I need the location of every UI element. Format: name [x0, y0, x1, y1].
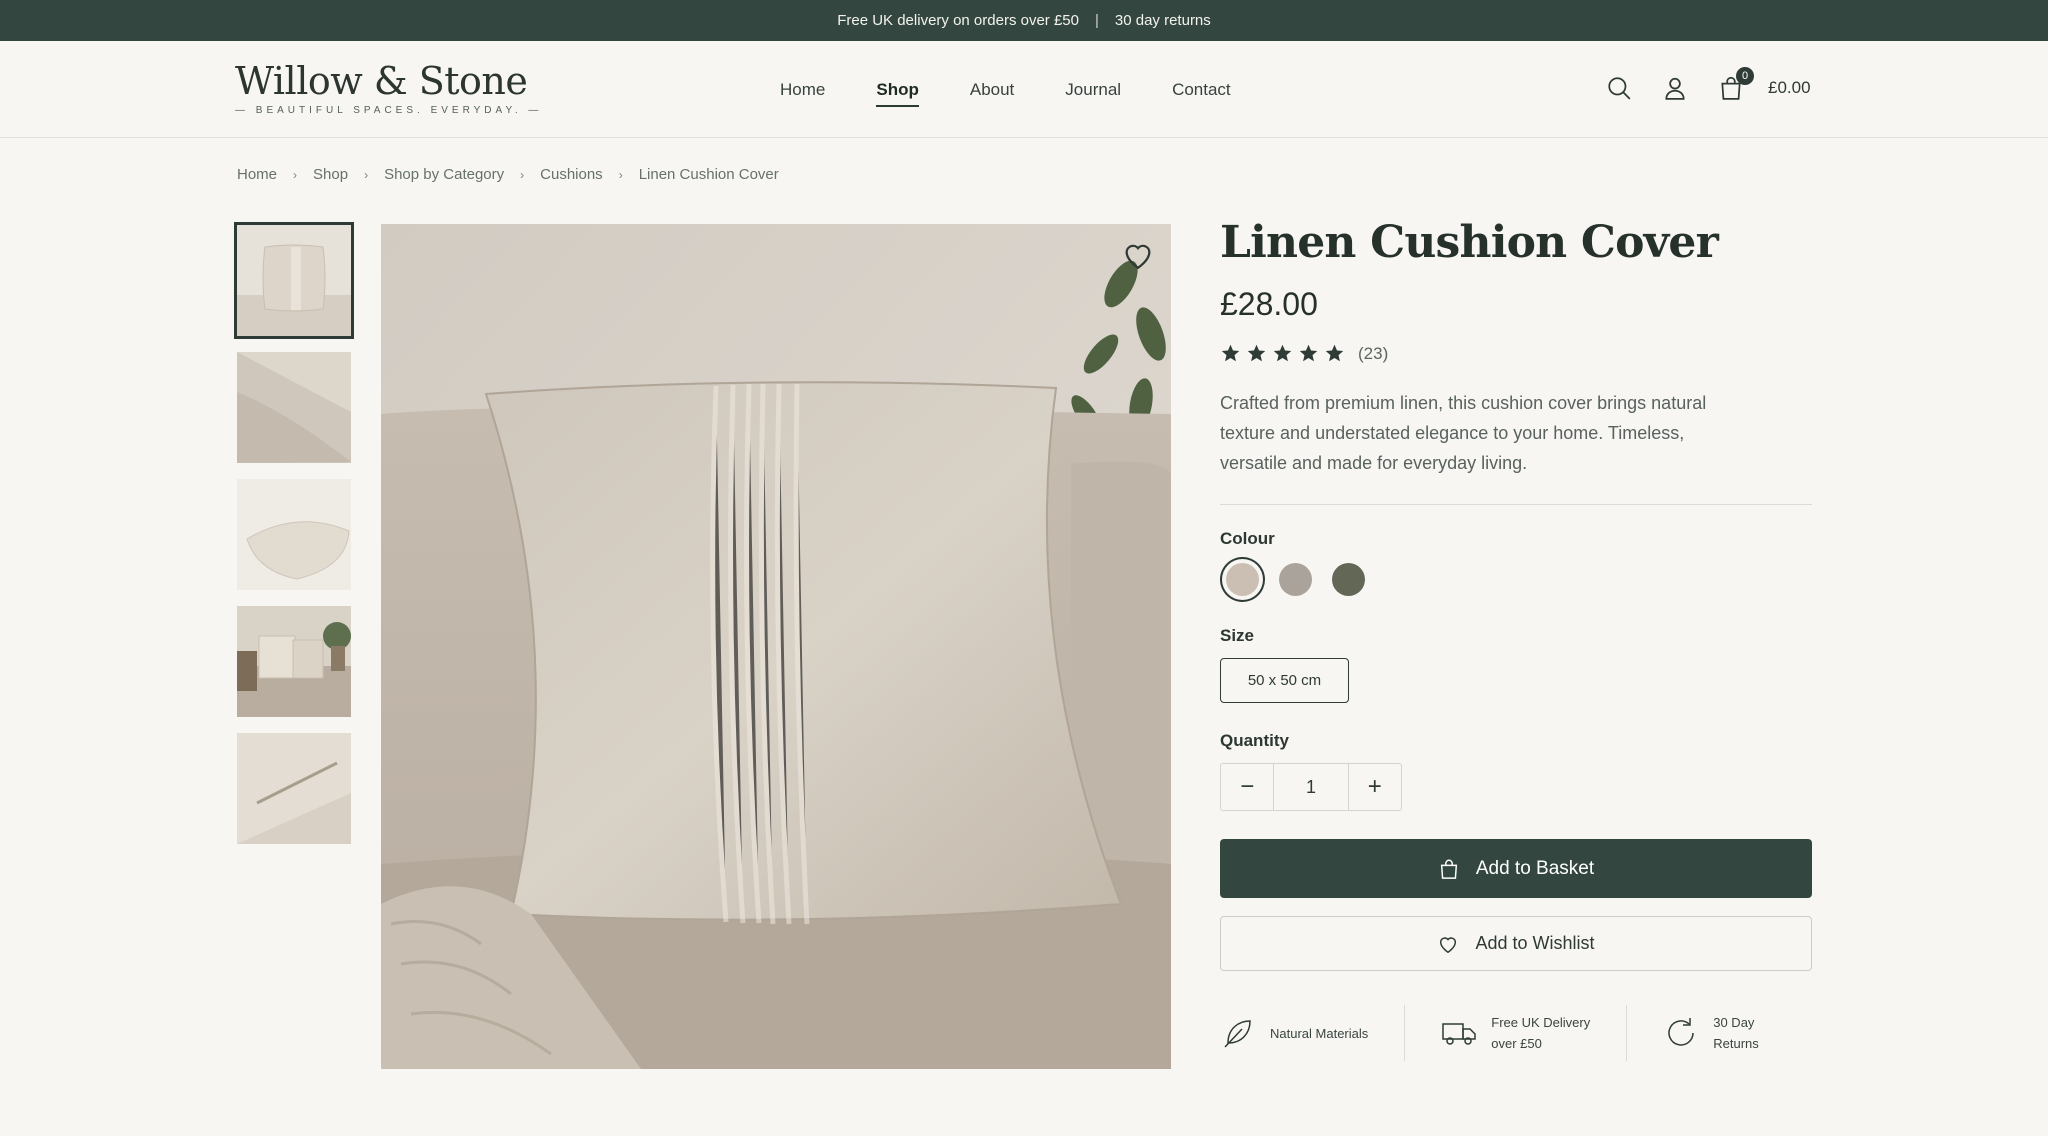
quantity-increase-button[interactable]: + — [1349, 764, 1401, 810]
size-label: Size — [1220, 626, 1255, 645]
product-price: £28.00 — [1220, 286, 1318, 322]
bag-icon — [1440, 859, 1457, 879]
quantity-decrease-button[interactable]: − — [1221, 764, 1273, 810]
leaf-icon — [1224, 1020, 1251, 1048]
account-icon[interactable] — [1660, 73, 1690, 103]
brand-logo[interactable]: Willow & Stone — BEAUTIFUL SPACES. EVERY… — [235, 59, 542, 116]
feature-returns: 30 Day Returns — [1663, 1012, 1759, 1054]
colour-swatch-olive[interactable] — [1332, 563, 1365, 596]
feature-list: Natural Materials Free UK Delivery over … — [1220, 1005, 1812, 1061]
bag-icon[interactable]: 0 — [1716, 67, 1754, 103]
nav-contact[interactable]: Contact — [1172, 80, 1231, 100]
site-header: Willow & Stone — BEAUTIFUL SPACES. EVERY… — [0, 41, 2048, 138]
breadcrumb-home[interactable]: Home — [237, 166, 277, 183]
thumbnail-cushion-angled[interactable] — [237, 479, 351, 590]
divider — [1404, 1005, 1406, 1061]
colour-swatch-natural[interactable] — [1226, 563, 1259, 596]
chevron-right-icon: › — [520, 167, 525, 182]
add-to-basket-button[interactable]: Add to Basket — [1220, 839, 1812, 898]
feature-line: 30 Day — [1713, 1015, 1755, 1030]
announcement-returns: 30 day returns — [1114, 12, 1211, 29]
feature-line: Free UK Delivery — [1491, 1015, 1591, 1030]
brand-tagline: — BEAUTIFUL SPACES. EVERYDAY. — — [235, 105, 543, 116]
thumbnail-sofa-styled[interactable] — [237, 606, 351, 717]
search-icon[interactable] — [1604, 73, 1634, 103]
product-main-image[interactable] — [381, 224, 1171, 1069]
review-count[interactable]: (23) — [1358, 344, 1388, 364]
star-icon — [1299, 344, 1318, 362]
brand-name: Willow & Stone — [235, 59, 528, 103]
feature-line: Natural Materials — [1270, 1025, 1369, 1041]
add-to-basket-label: Add to Basket — [1475, 857, 1595, 879]
feature-natural-materials: Natural Materials — [1220, 1015, 1368, 1051]
product-description: Crafted from premium linen, this cushion… — [1220, 393, 1707, 473]
colour-label: Colour — [1220, 529, 1275, 548]
thumbnail-cushion-front[interactable] — [234, 222, 354, 339]
wishlist-heart-icon[interactable] — [1121, 238, 1155, 272]
announcement-bar: Free UK delivery on orders over £50 | 30… — [0, 0, 2048, 41]
feature-line: Returns — [1713, 1036, 1759, 1051]
chevron-right-icon: › — [364, 167, 369, 182]
add-to-wishlist-button[interactable]: Add to Wishlist — [1220, 916, 1812, 971]
nav-journal[interactable]: Journal — [1065, 80, 1121, 100]
breadcrumb-shop-by-category[interactable]: Shop by Category — [384, 166, 504, 183]
breadcrumb-current: Linen Cushion Cover — [638, 166, 779, 183]
thumbnail-zip-detail[interactable] — [237, 733, 351, 844]
star-icon — [1247, 344, 1266, 362]
feature-line: over £50 — [1491, 1036, 1542, 1051]
star-icon — [1325, 344, 1344, 362]
divider — [1626, 1005, 1628, 1061]
product-details: Linen Cushion Cover £28.00 (23) Crafted … — [1220, 214, 1812, 1061]
colour-swatches — [1220, 563, 1812, 596]
quantity-input[interactable]: 1 — [1273, 764, 1349, 810]
heart-icon — [1440, 936, 1457, 953]
breadcrumb: Home › Shop › Shop by Category › Cushion… — [237, 166, 779, 183]
divider — [1220, 504, 1812, 505]
quantity-label: Quantity — [1220, 731, 1289, 750]
cart-total[interactable]: £0.00 — [1768, 78, 1811, 98]
breadcrumb-shop[interactable]: Shop — [313, 166, 348, 183]
chevron-right-icon: › — [293, 167, 298, 182]
announcement-separator: | — [1094, 12, 1099, 29]
product-rating[interactable]: (23) — [1220, 343, 1812, 364]
quantity-stepper: − 1 + — [1220, 763, 1402, 811]
feature-free-delivery: Free UK Delivery over £50 — [1441, 1012, 1590, 1054]
nav-shop[interactable]: Shop — [876, 80, 919, 107]
thumbnail-list — [234, 222, 354, 860]
size-option[interactable]: 50 x 50 cm — [1220, 658, 1349, 703]
star-icon — [1221, 344, 1240, 362]
announcement-delivery: Free UK delivery on orders over £50 — [837, 12, 1079, 29]
nav-about[interactable]: About — [970, 80, 1014, 100]
add-to-wishlist-label: Add to Wishlist — [1475, 933, 1595, 953]
chevron-right-icon: › — [618, 167, 623, 182]
breadcrumb-cushions[interactable]: Cushions — [540, 166, 603, 183]
colour-swatch-grey[interactable] — [1279, 563, 1312, 596]
star-icon — [1273, 344, 1292, 362]
header-actions: 0 £0.00 — [1604, 67, 1811, 103]
nav-home[interactable]: Home — [780, 80, 825, 100]
cart-count-badge: 0 — [1736, 67, 1754, 85]
returns-icon — [1668, 1018, 1694, 1046]
product-title: Linen Cushion Cover — [1220, 217, 1719, 268]
main-nav: Home Shop About Journal Contact — [780, 41, 1231, 138]
thumbnail-fabric-closeup[interactable] — [237, 352, 351, 463]
truck-icon — [1442, 1023, 1477, 1045]
